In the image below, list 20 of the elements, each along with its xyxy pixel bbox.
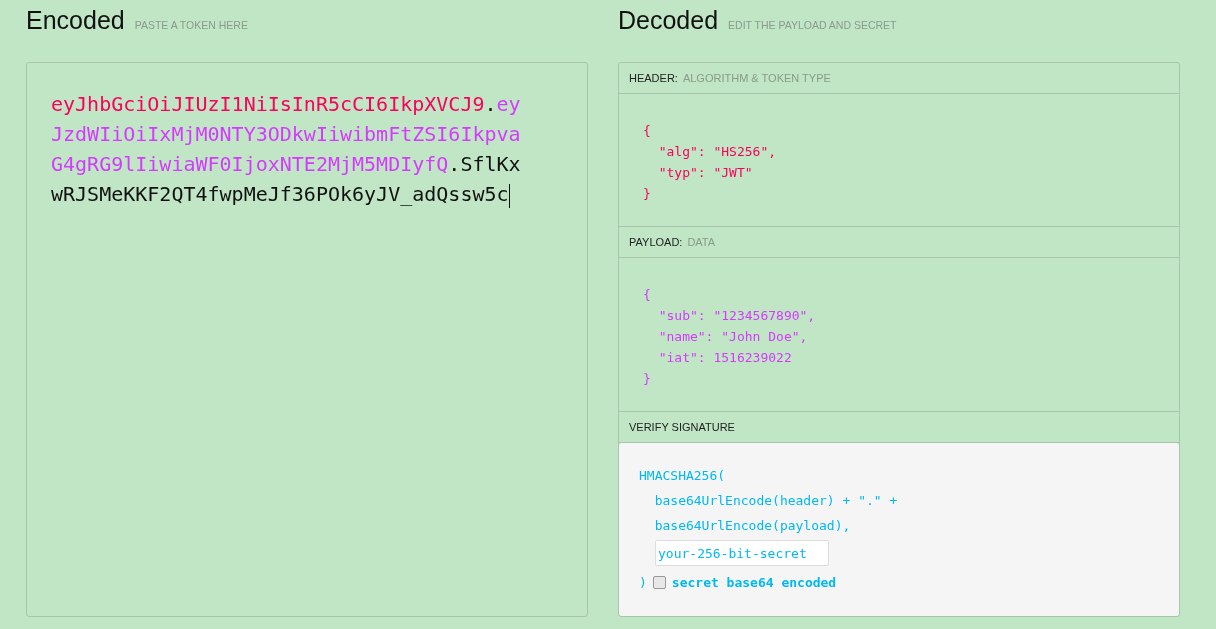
- json-editor[interactable]: { "sub": "1234567890", "name": "John Doe", "iat": 1516239022 }: [619, 258, 1179, 412]
- code-line: ): [639, 573, 647, 592]
- json-editor[interactable]: { "alg": "HS256", "typ": "JWT" }: [619, 94, 1179, 227]
- code-line: base64UrlEncode(payload),: [653, 517, 852, 535]
- code-line: HMACSHA256(: [639, 467, 727, 485]
- token-field[interactable]: eyJhbGciOiJIUzI1NiIsInR5cCI6IkpXVCJ9.eyJzdWIiOiIxMjM0NTY3ODkwIiwibmFtZSI6IkpvaG4gRG9lIiwiaWF0IjoxNTE2MjM5MDIyfQ.SflKxwRJSMeKKF2QT4fwpMeJf36POk6yJV_adQssw5c: [51, 89, 523, 209]
- checkbox-label[interactable]: secret base64 encoded: [671, 574, 837, 590]
- section-label: PAYLOAD:: [629, 236, 683, 248]
- text-cursor: [508, 183, 510, 208]
- column-title: Decoded: [618, 6, 719, 35]
- section-sublabel: ALGORITHM & TOKEN TYPE: [682, 72, 831, 84]
- section-label: HEADER:: [629, 72, 678, 84]
- code-line: base64UrlEncode(header) + "." +: [653, 492, 899, 510]
- column-subtitle: PASTE A TOKEN HERE: [134, 19, 248, 31]
- checkbox[interactable]: [652, 575, 666, 589]
- section-sublabel: DATA: [687, 236, 716, 248]
- section-label: VERIFY SIGNATURE: [629, 421, 735, 433]
- column-subtitle: EDIT THE PAYLOAD AND SECRET: [728, 19, 897, 31]
- secret-field[interactable]: your-256-bit-secret: [655, 540, 829, 566]
- column-title: Encoded: [26, 6, 125, 35]
